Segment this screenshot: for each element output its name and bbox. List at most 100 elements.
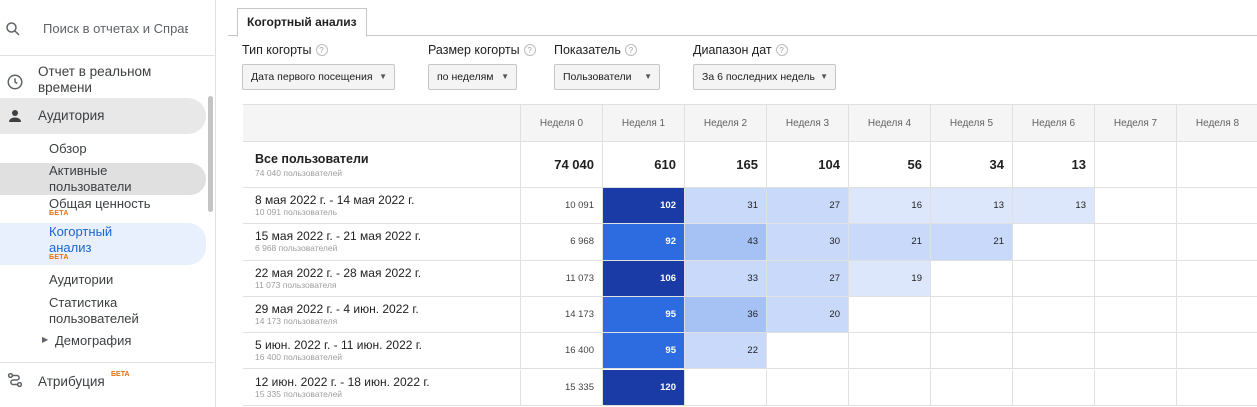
table-cell: 33	[684, 260, 766, 296]
column-header: Неделя 1	[602, 105, 684, 143]
chevron-down-icon: ▼	[501, 72, 509, 81]
row-label: 5 июн. 2022 г. - 11 июн. 2022 г.	[255, 338, 423, 353]
row-label: 12 июн. 2022 г. - 18 июн. 2022 г.	[255, 374, 430, 389]
table-cell: 11 073	[520, 260, 602, 296]
nav-audience-label: Аудитория	[38, 108, 105, 123]
table-row: 29 мая 2022 г. - 4 июн. 2022 г. 14 173 по…	[243, 296, 1257, 334]
table-cell	[848, 296, 930, 333]
table-cell: 20	[766, 296, 848, 333]
table-cell	[930, 333, 1012, 369]
column-header: Неделя 3	[766, 105, 848, 143]
table-cell: 27	[766, 260, 848, 296]
row-sublabel: 14 173 пользователя	[255, 315, 338, 326]
sidebar-item-active-users[interactable]: Активные пользователи	[0, 163, 206, 195]
attribution-icon	[7, 372, 23, 388]
date-range-dropdown[interactable]: За 6 последних недель ▼	[693, 64, 836, 90]
table-row: 8 мая 2022 г. - 14 мая 2022 г. 10 091 пол…	[243, 188, 1257, 225]
table-cell: 16	[848, 188, 930, 224]
table-cell: 106	[602, 260, 684, 296]
beta-badge: БЕТА	[49, 210, 69, 217]
sidebar-item-label: Демография	[55, 333, 132, 348]
sidebar-item-lifetime-value[interactable]: Общая ценность БЕТА	[0, 196, 206, 220]
table-cell: 10 091	[520, 188, 602, 224]
dropdown-value: За 6 последних недель	[702, 71, 815, 83]
help-icon[interactable]: ?	[523, 44, 536, 56]
dropdown-value: по неделям	[437, 71, 494, 83]
table-cell: 13	[1012, 142, 1094, 187]
search-box[interactable]: Поиск в отчетах и Справке	[0, 0, 214, 56]
column-header: Неделя 0	[520, 105, 602, 143]
table-cell	[930, 260, 1012, 296]
table-cell	[1012, 260, 1094, 296]
table-cell: 36	[684, 296, 766, 333]
table-cell	[1176, 333, 1257, 369]
control-label-text: Показатель	[554, 43, 621, 57]
row-sublabel: 16 400 пользователей	[255, 352, 343, 363]
table-cell	[1176, 142, 1257, 187]
table-cell	[766, 333, 848, 369]
table-cell	[766, 369, 848, 405]
table-cell: 92	[602, 224, 684, 260]
tab-bar: Когортный анализ	[228, 0, 1257, 37]
table-cell	[1012, 369, 1094, 405]
table-cell: 27	[766, 188, 848, 224]
sidebar-item-label: Статистика пользователей	[49, 295, 139, 326]
table-row: 22 мая 2022 г. - 28 мая 2022 г. 11 073 по…	[243, 260, 1257, 297]
table-cell	[1094, 296, 1176, 333]
chevron-down-icon: ▼	[644, 72, 652, 81]
sidebar-item-cohort-analysis[interactable]: Когортный анализ БЕТА	[0, 223, 206, 265]
table-cell: 102	[602, 188, 684, 224]
table-cell	[1176, 188, 1257, 224]
row-label: 8 мая 2022 г. - 14 мая 2022 г.	[255, 193, 415, 207]
sidebar-scrollbar[interactable]	[208, 96, 213, 212]
help-icon[interactable]: ?	[315, 44, 328, 56]
search-input[interactable]: Поиск в отчетах и Справке	[43, 21, 188, 36]
cohort-size-dropdown[interactable]: по неделям ▼	[428, 64, 517, 90]
nav-audience[interactable]: Аудитория	[0, 98, 206, 134]
column-header: Неделя 4	[848, 105, 930, 143]
column-header: Неделя 2	[684, 105, 766, 143]
metric-dropdown[interactable]: Пользователи ▼	[554, 64, 660, 90]
column-header: Неделя 5	[930, 105, 1012, 143]
sidebar-item-label: Когортный анализ	[49, 224, 113, 255]
sidebar-item-label: Аудитории	[49, 272, 114, 287]
sidebar-item-demographics[interactable]: ▶ Демография	[0, 332, 206, 350]
table-cell	[1176, 224, 1257, 260]
table-row: 5 июн. 2022 г. - 11 июн. 2022 г. 16 400 п…	[243, 333, 1257, 370]
help-icon[interactable]: ?	[624, 44, 637, 56]
table-cell	[1094, 188, 1176, 224]
row-sublabel: 74 040 пользователей	[255, 168, 343, 178]
nav-attribution[interactable]: Атрибуция БЕТА	[0, 362, 214, 398]
control-label-text: Диапазон дат	[693, 43, 772, 57]
row-label: 29 мая 2022 г. - 4 июн. 2022 г.	[255, 301, 419, 316]
table-cell: 56	[848, 142, 930, 187]
table-cell	[684, 369, 766, 405]
table-cell: 14 173	[520, 296, 602, 333]
help-icon[interactable]: ?	[775, 44, 788, 56]
table-cell	[1012, 333, 1094, 369]
column-header: Неделя 8	[1176, 105, 1257, 143]
sidebar-item-user-stats[interactable]: Статистика пользователей	[0, 294, 206, 328]
chevron-down-icon: ▼	[379, 72, 387, 81]
clock-icon	[7, 74, 23, 90]
sidebar-item-audiences[interactable]: Аудитории	[0, 271, 206, 289]
table-cell	[1094, 142, 1176, 187]
row-sublabel: 10 091 пользователь	[255, 207, 338, 217]
table-header: Неделя 0 Неделя 1 Неделя 2 Неделя 3 Неделя 4…	[243, 104, 1257, 143]
metric-label: Показатель?	[554, 43, 637, 57]
tab-cohort-analysis[interactable]: Когортный анализ	[237, 8, 367, 37]
table-cell: 31	[684, 188, 766, 224]
nav-attribution-label: Атрибуция	[38, 374, 105, 389]
sidebar: Поиск в отчетах и Справке Отчет в реальн…	[0, 0, 216, 407]
table-cell: 610	[602, 142, 684, 187]
nav-realtime[interactable]: Отчет в реальном времени	[0, 63, 214, 97]
sidebar-item-overview[interactable]: Обзор	[0, 140, 206, 158]
caret-right-icon: ▶	[42, 335, 49, 344]
cohort-type-dropdown[interactable]: Дата первого посещения ▼	[242, 64, 395, 90]
sidebar-item-label: Активные пользователи	[49, 163, 132, 194]
dropdown-value: Пользователи	[563, 71, 632, 83]
table-cell: 34	[930, 142, 1012, 187]
cohort-size-label: Размер когорты?	[428, 43, 536, 57]
chevron-down-icon: ▼	[820, 72, 828, 81]
row-label: 22 мая 2022 г. - 28 мая 2022 г.	[255, 265, 422, 280]
